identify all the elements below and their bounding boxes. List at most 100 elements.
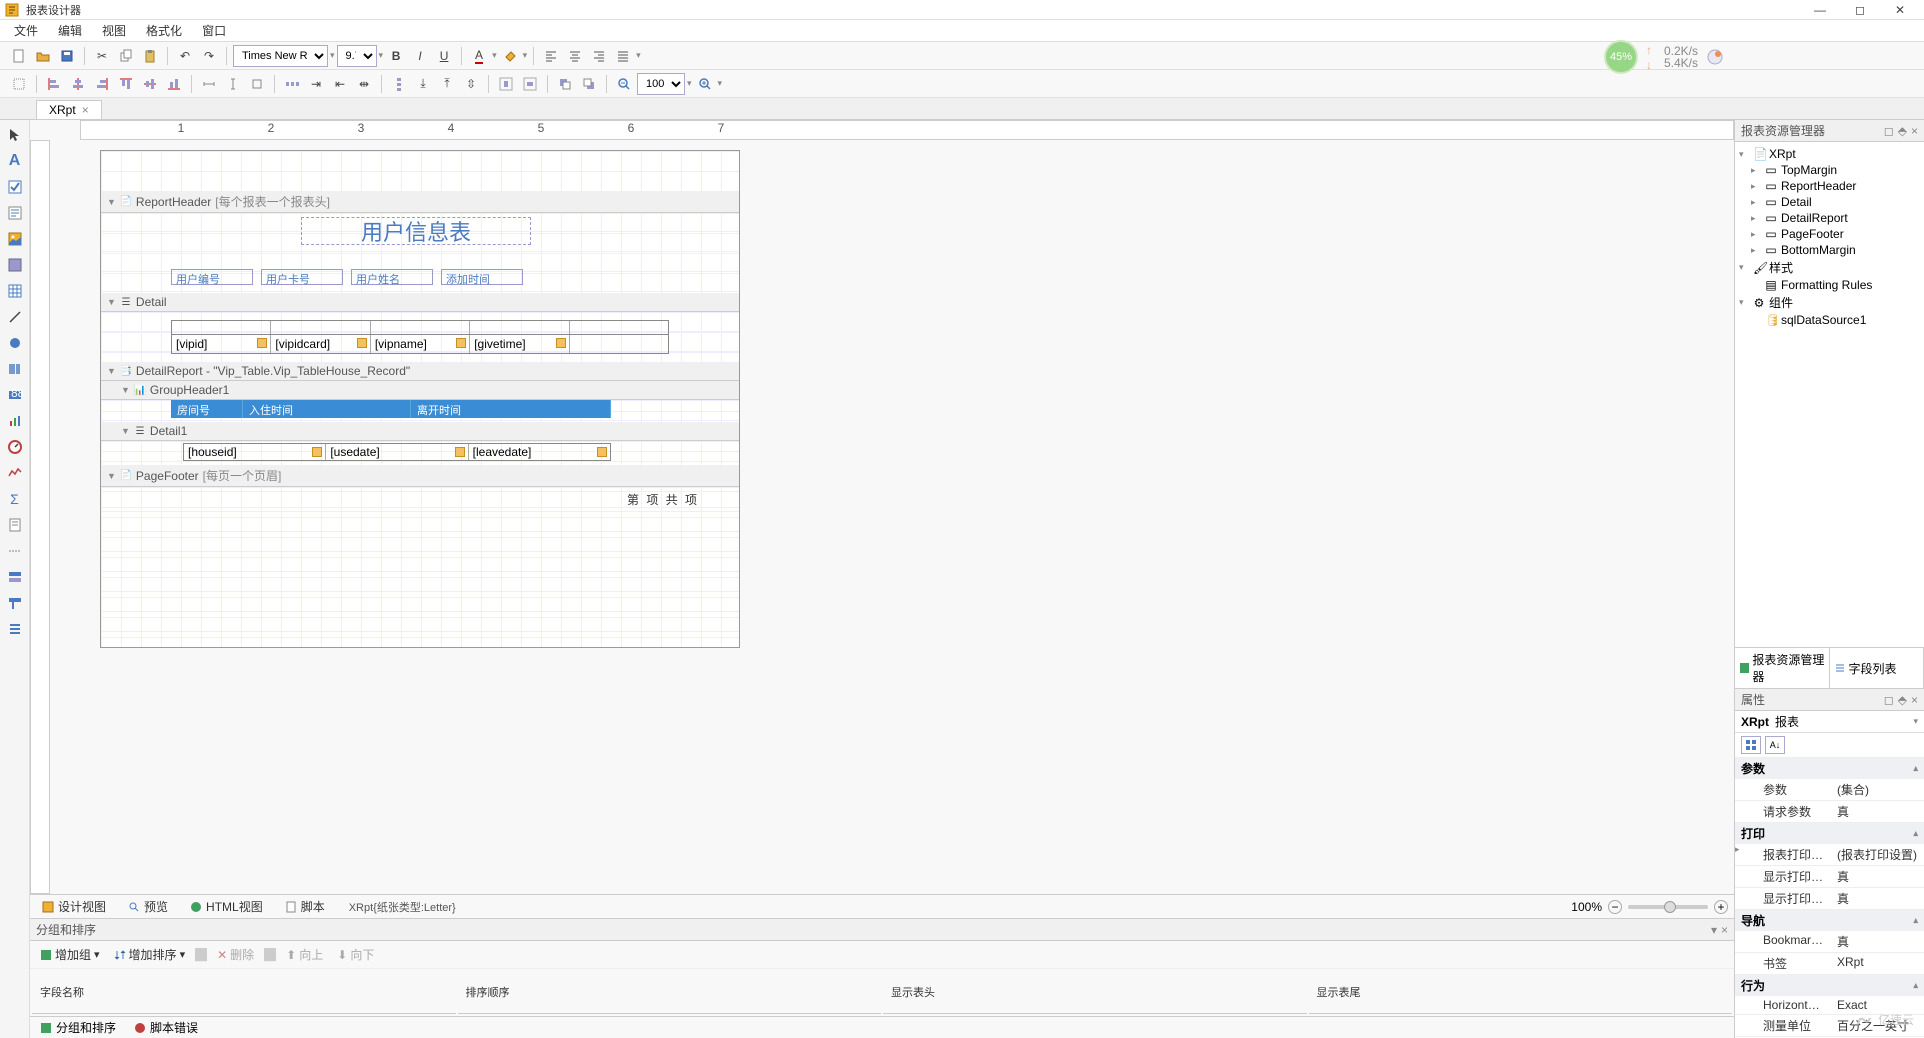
vspace-equal-button[interactable] bbox=[388, 73, 410, 95]
center-horiz-button[interactable] bbox=[495, 73, 517, 95]
zipcode-tool[interactable]: 88 bbox=[4, 384, 26, 406]
tab-xrpt[interactable]: XRpt × bbox=[36, 100, 102, 119]
center-vert-button[interactable] bbox=[519, 73, 541, 95]
hspace-remove-button[interactable]: ⇹ bbox=[353, 73, 375, 95]
zoom-slider[interactable] bbox=[1628, 905, 1708, 909]
props-categorized-button[interactable] bbox=[1741, 736, 1761, 754]
detail-cell-vipidcard[interactable]: [vipidcard] bbox=[271, 335, 370, 353]
panel-close-icon[interactable]: × bbox=[1721, 923, 1728, 937]
open-button[interactable] bbox=[32, 45, 54, 67]
rtab-fields[interactable]: 字段列表 bbox=[1830, 648, 1924, 688]
menu-format[interactable]: 格式化 bbox=[140, 20, 188, 41]
tree-bottommargin[interactable]: ▸▭BottomMargin bbox=[1737, 242, 1922, 258]
band-detail1[interactable]: ▼☰ Detail1 bbox=[101, 422, 739, 441]
vspace-remove-button[interactable]: ⇳ bbox=[460, 73, 482, 95]
pointer-tool[interactable] bbox=[4, 124, 26, 146]
send-back-button[interactable] bbox=[578, 73, 600, 95]
bold-button[interactable]: B bbox=[385, 45, 407, 67]
panel-window-icon[interactable]: ◻ bbox=[1884, 124, 1894, 138]
snap-grid-button[interactable] bbox=[8, 73, 30, 95]
menu-view[interactable]: 视图 bbox=[96, 20, 132, 41]
tree-formatting[interactable]: ▤Formatting Rules bbox=[1737, 277, 1922, 293]
checkbox-tool[interactable] bbox=[4, 176, 26, 198]
font-combo[interactable]: Times New Ro... bbox=[233, 45, 328, 67]
panel-pin-icon[interactable]: ⬘ bbox=[1898, 693, 1907, 707]
underline-button[interactable]: U bbox=[433, 45, 455, 67]
same-width-button[interactable] bbox=[198, 73, 220, 95]
header-label-usercard[interactable]: 用户卡号 bbox=[261, 269, 343, 285]
vspace-inc-button[interactable]: ⤓ bbox=[412, 73, 434, 95]
align-right-button[interactable] bbox=[588, 45, 610, 67]
redo-button[interactable]: ↷ bbox=[198, 45, 220, 67]
rtab-explorer[interactable]: 报表资源管理器 bbox=[1735, 648, 1830, 688]
props-dropdown-icon[interactable]: ▾ bbox=[1913, 716, 1918, 727]
move-up-button[interactable]: ⬆向上 bbox=[282, 944, 327, 965]
col-showheader[interactable]: 显示表头 bbox=[883, 971, 1307, 1014]
subreport-tool[interactable] bbox=[4, 618, 26, 640]
align-rights-button[interactable] bbox=[91, 73, 113, 95]
copy-button[interactable] bbox=[115, 45, 137, 67]
same-size-button[interactable] bbox=[246, 73, 268, 95]
italic-button[interactable]: I bbox=[409, 45, 431, 67]
minimize-button[interactable]: — bbox=[1800, 1, 1840, 19]
chart-tool[interactable] bbox=[4, 410, 26, 432]
tree-root[interactable]: ▾📄XRpt bbox=[1737, 146, 1922, 162]
paste-button[interactable] bbox=[139, 45, 161, 67]
panel-tool[interactable] bbox=[4, 254, 26, 276]
align-bottoms-button[interactable] bbox=[163, 73, 185, 95]
panel-close-icon[interactable]: × bbox=[1911, 693, 1918, 707]
col-showfooter[interactable]: 显示表尾 bbox=[1309, 971, 1733, 1014]
align-justify-button[interactable] bbox=[612, 45, 634, 67]
undo-button[interactable]: ↶ bbox=[174, 45, 196, 67]
pagefooter-text[interactable]: 第 项 共 项 bbox=[627, 491, 699, 508]
menu-edit[interactable]: 编辑 bbox=[52, 20, 88, 41]
vspace-dec-button[interactable]: ⤒ bbox=[436, 73, 458, 95]
tab-design-view[interactable]: 设计视图 bbox=[36, 896, 112, 917]
maximize-button[interactable]: ◻ bbox=[1840, 1, 1880, 19]
smart-tag-icon[interactable] bbox=[597, 447, 607, 457]
align-center-button[interactable] bbox=[564, 45, 586, 67]
move-down-button[interactable]: ⬇向下 bbox=[333, 944, 378, 965]
picture-tool[interactable] bbox=[4, 228, 26, 250]
col-sortorder[interactable]: 排序顺序 bbox=[458, 971, 882, 1014]
groupheader-roomid[interactable]: 房间号 bbox=[171, 400, 243, 418]
groupheader-checkin[interactable]: 入住时间 bbox=[243, 400, 411, 418]
add-group-button[interactable]: 增加组 ▾ bbox=[36, 944, 104, 965]
tab-preview[interactable]: 预览 bbox=[122, 896, 174, 917]
crossband-box-tool[interactable] bbox=[4, 592, 26, 614]
report-title-label[interactable]: 用户信息表 bbox=[301, 217, 531, 245]
tree-detail[interactable]: ▸▭Detail bbox=[1737, 194, 1922, 210]
hspace-inc-button[interactable]: ⇥ bbox=[305, 73, 327, 95]
delete-button[interactable]: ✕删除 bbox=[213, 944, 258, 965]
gauge-tool[interactable] bbox=[4, 436, 26, 458]
zoom-in-icon[interactable]: + bbox=[1714, 900, 1728, 914]
line-tool[interactable] bbox=[4, 306, 26, 328]
header-label-userid[interactable]: 用户编号 bbox=[171, 269, 253, 285]
detail-cell-vipname[interactable]: [vipname] bbox=[371, 335, 470, 353]
smart-tag-icon[interactable] bbox=[456, 338, 466, 348]
cut-button[interactable]: ✂ bbox=[91, 45, 113, 67]
tree-detailreport[interactable]: ▸▭DetailReport bbox=[1737, 210, 1922, 226]
tree-topmargin[interactable]: ▸▭TopMargin bbox=[1737, 162, 1922, 178]
header-label-username[interactable]: 用户姓名 bbox=[351, 269, 433, 285]
new-button[interactable] bbox=[8, 45, 30, 67]
smart-tag-icon[interactable] bbox=[312, 447, 322, 457]
bring-front-button[interactable] bbox=[554, 73, 576, 95]
tab-close-icon[interactable]: × bbox=[82, 103, 89, 117]
detail-cell-vipid[interactable]: [vipid] bbox=[172, 335, 271, 353]
detail1-cell-leavedate[interactable]: [leavedate] bbox=[469, 444, 610, 460]
pageinfo-tool[interactable] bbox=[4, 514, 26, 536]
panel-close-icon[interactable]: × bbox=[1911, 124, 1918, 138]
footer-tab-scripterror[interactable]: 脚本错误 bbox=[130, 1017, 202, 1038]
fill-color-button[interactable] bbox=[499, 45, 521, 67]
zoom-out-button[interactable] bbox=[613, 73, 635, 95]
properties-grid[interactable]: 参数▴ 参数(集合) 请求参数真 打印▴ ▸报表打印设置(报表打印设置) 显示打… bbox=[1735, 758, 1924, 1038]
groupheader-checkout[interactable]: 离开时间 bbox=[411, 400, 611, 418]
smart-tag-icon[interactable] bbox=[357, 338, 367, 348]
detail-cell-givetime[interactable]: [givetime] bbox=[470, 335, 569, 353]
props-alphabetical-button[interactable]: A↓ bbox=[1765, 736, 1785, 754]
richtext-tool[interactable] bbox=[4, 202, 26, 224]
band-reportheader[interactable]: ▼📄 ReportHeader [每个报表一个报表头] bbox=[101, 191, 739, 213]
footer-tab-groupsort[interactable]: 分组和排序 bbox=[36, 1017, 120, 1038]
band-detail[interactable]: ▼☰ Detail bbox=[101, 293, 739, 312]
